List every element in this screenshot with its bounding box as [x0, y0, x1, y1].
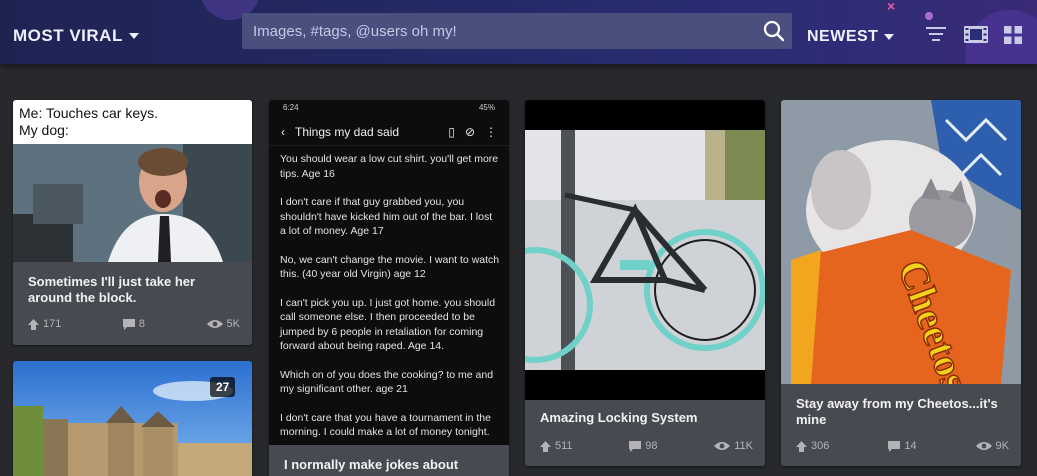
post-stats: 171 8 5K [28, 318, 240, 330]
comment-bubble-icon [888, 440, 901, 452]
comment-bubble-icon [629, 440, 642, 452]
header-decoration-x-icon: × [887, 0, 896, 14]
post-image[interactable] [525, 100, 765, 400]
sort-dropdown-label: NEWEST [807, 28, 879, 45]
search-icon[interactable] [756, 13, 792, 49]
phone-note-body: You should wear a low cut shirt. you'll … [280, 152, 500, 454]
grid-view-icon[interactable] [1004, 26, 1022, 44]
top-nav-bar: × MOST VIRAL NEWEST [0, 0, 1037, 64]
comment-count: 14 [904, 440, 917, 452]
more-vertical-icon: ⋮ [485, 124, 497, 139]
back-arrow-icon: ‹ [281, 124, 285, 139]
post-card[interactable]: 27 [13, 361, 252, 476]
post-stats: 306 14 9K [796, 440, 1009, 452]
comment-count: 98 [645, 440, 658, 452]
upvote-arrow-icon [540, 440, 551, 452]
meme-caption: Me: Touches car keys. My dog: [13, 100, 252, 144]
comment-bubble-icon [122, 318, 135, 330]
image-count-badge: 27 [210, 377, 236, 397]
post-card[interactable]: 6:24 45% ‹ Things my dad said ▯ ⊘ ⋮ You … [269, 100, 509, 476]
search-input[interactable] [242, 13, 756, 49]
note-paragraph: No, we can't change the movie. I want to… [280, 253, 500, 281]
comment-stat[interactable]: 98 [629, 440, 658, 452]
chevron-down-icon [884, 34, 895, 40]
film-strip-view-icon[interactable] [964, 26, 988, 43]
search-bar [242, 13, 792, 49]
book-icon: ▯ [448, 124, 455, 139]
upvote-stat[interactable]: 171 [28, 318, 61, 330]
post-image[interactable]: Cheetos [781, 100, 1021, 384]
view-stat: 11K [714, 440, 753, 452]
filter-icon[interactable] [926, 26, 946, 42]
phone-time: 6:24 [283, 103, 299, 112]
post-card[interactable]: Me: Touches car keys. My dog: Sometimes … [13, 100, 252, 345]
attachment-icon: ⊘ [464, 124, 475, 139]
post-title[interactable]: Sometimes I'll just take her around the … [28, 274, 238, 306]
note-paragraph: Which on of you does the cooking? to me … [280, 368, 494, 396]
comment-stat[interactable]: 8 [122, 318, 145, 330]
view-count: 5K [226, 318, 240, 330]
sort-dropdown[interactable]: NEWEST [807, 28, 895, 46]
view-stat: 5K [206, 318, 240, 330]
section-dropdown[interactable]: MOST VIRAL [13, 26, 139, 46]
meme-line: Me: Touches car keys. [19, 105, 159, 121]
upvote-stat[interactable]: 306 [796, 440, 829, 452]
view-count: 9K [995, 440, 1009, 452]
view-count: 11K [734, 440, 753, 452]
post-title[interactable]: Amazing Locking System [540, 410, 750, 426]
upvote-count: 511 [555, 440, 573, 452]
upvote-stat[interactable]: 511 [540, 440, 573, 452]
view-stat: 9K [975, 440, 1009, 452]
chevron-down-icon [128, 33, 139, 39]
comment-count: 8 [138, 318, 145, 330]
header-decoration [925, 12, 933, 20]
eye-icon [206, 320, 223, 328]
post-stats: 511 98 11K [540, 440, 753, 452]
note-paragraph: I can't pick you up. I just got home. yo… [280, 296, 496, 353]
note-paragraph: I don't care if that guy grabbed you, yo… [280, 196, 493, 237]
phone-battery: 45% [478, 103, 495, 112]
phone-toolbar: ‹ Things my dad said ▯ ⊘ ⋮ [269, 118, 509, 146]
post-card[interactable]: Cheetos Stay away from my Cheetos...it's… [781, 100, 1021, 466]
meme-line: My dog: [19, 122, 69, 138]
eye-icon [975, 442, 992, 450]
section-dropdown-label: MOST VIRAL [13, 26, 123, 45]
upvote-count: 306 [811, 440, 830, 452]
note-paragraph: I don't care that you have a tournament … [280, 411, 491, 439]
upvote-count: 171 [43, 318, 62, 330]
post-card[interactable]: Amazing Locking System 511 98 11K [525, 100, 765, 466]
upvote-arrow-icon [796, 440, 807, 452]
eye-icon [714, 442, 731, 450]
post-title[interactable]: Stay away from my Cheetos...it's mine [796, 396, 1006, 428]
post-image[interactable]: 6:24 45% ‹ Things my dad said ▯ ⊘ ⋮ You … [269, 100, 509, 445]
comment-stat[interactable]: 14 [888, 440, 917, 452]
post-title[interactable]: I normally make jokes about [284, 457, 494, 473]
upvote-arrow-icon [28, 318, 39, 330]
phone-status-bar: 6:24 45% [269, 100, 509, 116]
note-paragraph: You should wear a low cut shirt. you'll … [280, 153, 499, 180]
phone-note-title: Things my dad said [295, 124, 400, 139]
post-image[interactable] [13, 144, 252, 262]
